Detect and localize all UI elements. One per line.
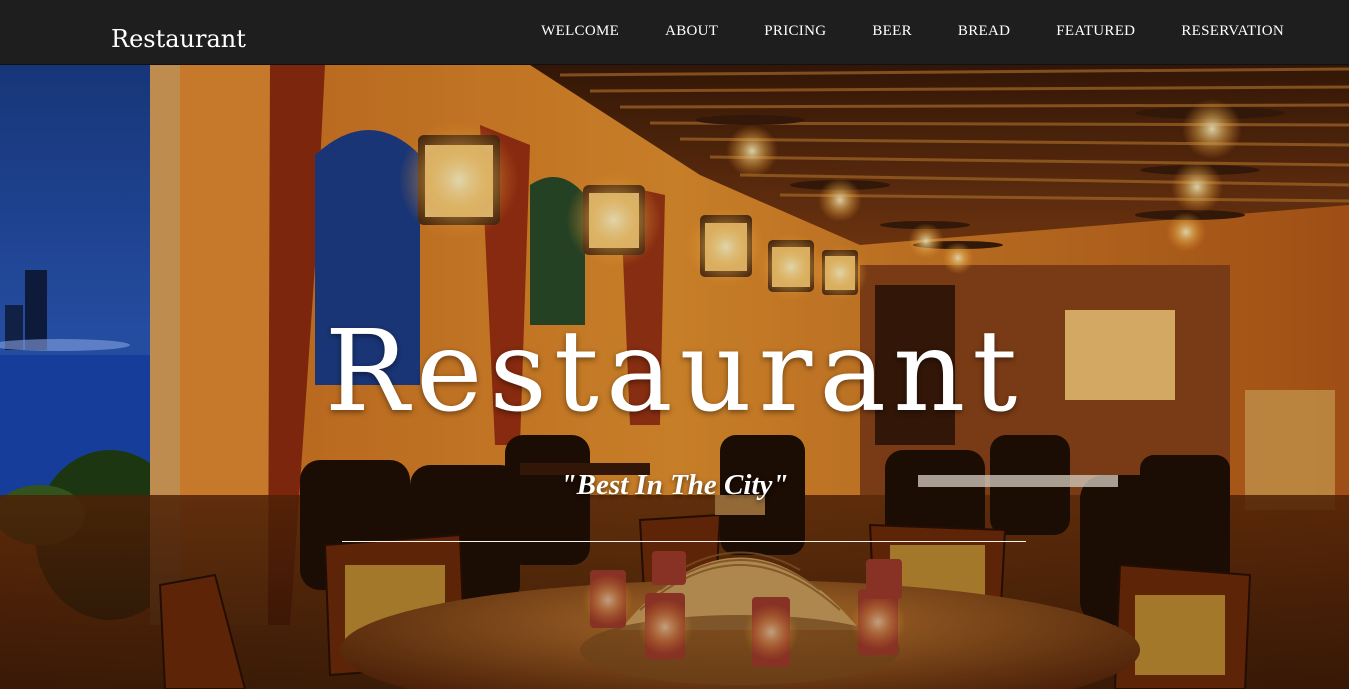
hero-title: Restaurant bbox=[324, 307, 1025, 437]
nav-link-about[interactable]: ABOUT bbox=[665, 21, 718, 41]
nav-menu: WELCOME ABOUT PRICING BEER BREAD FEATURE… bbox=[541, 21, 1284, 41]
nav-link-pricing[interactable]: PRICING bbox=[764, 21, 826, 41]
nav-link-featured[interactable]: FEATURED bbox=[1056, 21, 1135, 41]
nav-link-bread[interactable]: BREAD bbox=[958, 21, 1010, 41]
hero-divider bbox=[342, 541, 1026, 542]
nav-link-beer[interactable]: BEER bbox=[872, 21, 912, 41]
brand-logo-link[interactable]: Restaurant bbox=[111, 24, 246, 54]
nav-link-welcome[interactable]: WELCOME bbox=[541, 21, 619, 41]
top-navbar: Restaurant WELCOME ABOUT PRICING BEER BR… bbox=[0, 0, 1349, 65]
nav-link-reservation[interactable]: RESERVATION bbox=[1181, 21, 1284, 41]
hero-section: Restaurant "Best In The City" bbox=[0, 65, 1349, 689]
hero-tagline: "Best In The City" bbox=[560, 469, 789, 501]
